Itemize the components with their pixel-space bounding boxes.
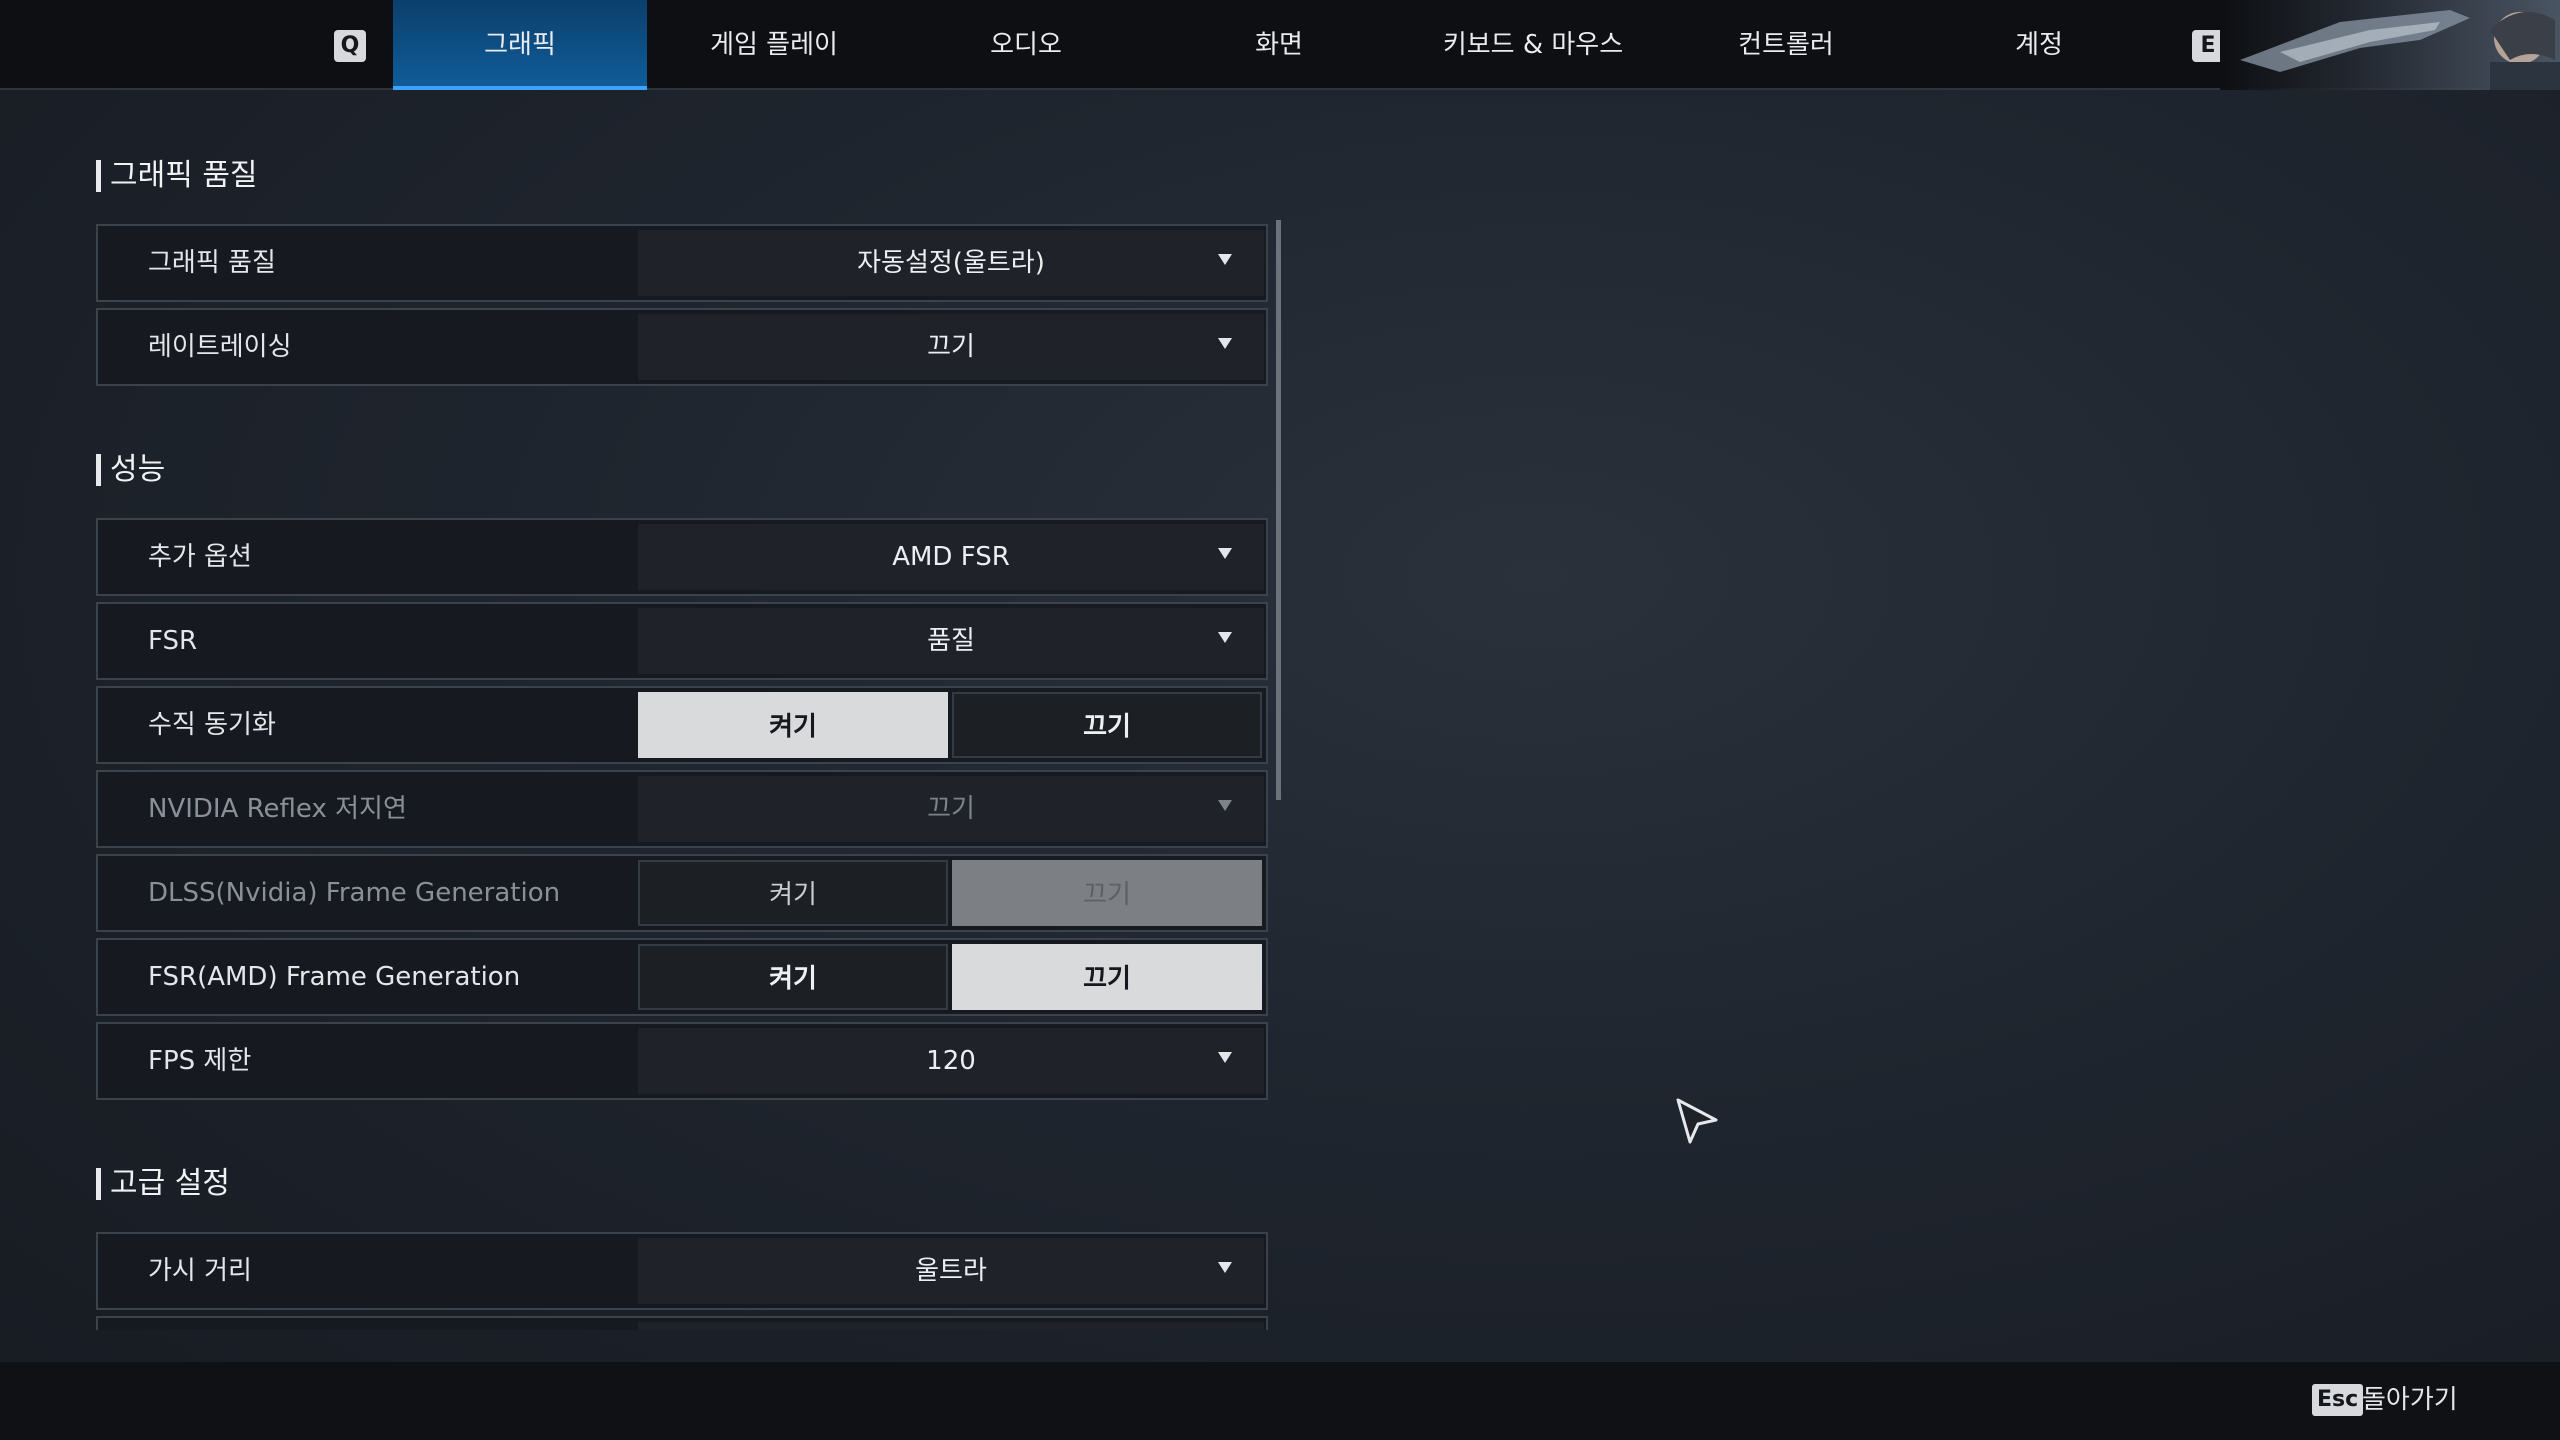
raytracing-dropdown[interactable]: 끄기: [638, 314, 1264, 380]
dropdown-value: 품질: [927, 626, 975, 656]
dropdown-value: 120: [926, 1046, 976, 1076]
tab-graphics[interactable]: 그래픽: [393, 0, 647, 90]
dropdown-value: 자동설정(울트라): [857, 248, 1045, 278]
setting-row-nvidia-reflex: NVIDIA Reflex 저지연 끄기: [96, 770, 1268, 848]
fsr-dropdown[interactable]: 품질: [638, 608, 1264, 674]
tab-display[interactable]: 화면: [1152, 0, 1406, 90]
setting-row-vsync: 수직 동기화 켜기 끄기: [96, 686, 1268, 764]
settings-scrollbar[interactable]: [1276, 220, 1281, 800]
extra-option-dropdown[interactable]: AMD FSR: [638, 524, 1264, 590]
setting-label: FPS 제한: [148, 1046, 252, 1076]
setting-label: 그래픽 품질: [148, 248, 276, 278]
settings-tab-bar: Q 그래픽 게임 플레이 오디오 화면 키보드 & 마우스 컨트롤러 계정 E: [0, 0, 2560, 90]
character-artwork: [2220, 0, 2560, 90]
dlss-fg-on-button: 켜기: [638, 860, 948, 926]
section-title-performance: 성능: [96, 450, 165, 490]
tab-account[interactable]: 계정: [1912, 0, 2166, 90]
dropdown-value: AMD FSR: [892, 542, 1010, 572]
section-title-advanced: 고급 설정: [96, 1164, 230, 1204]
setting-label: FSR(AMD) Frame Generation: [148, 962, 521, 992]
dropdown-arrow-icon: [1218, 1052, 1232, 1063]
setting-row-raytracing: 레이트레이싱 끄기: [96, 308, 1268, 386]
tab-keyboard-mouse[interactable]: 키보드 & 마우스: [1406, 0, 1660, 90]
setting-row-view-distance: 가시 거리 울트라: [96, 1232, 1268, 1310]
dropdown-arrow-icon: [1218, 632, 1232, 643]
dropdown-value: 끄기: [927, 794, 975, 824]
setting-label: DLSS(Nvidia) Frame Generation: [148, 878, 561, 908]
fsr-fg-off-button[interactable]: 끄기: [952, 944, 1262, 1010]
vsync-on-button[interactable]: 켜기: [638, 692, 948, 758]
setting-label: 추가 옵션: [148, 542, 252, 572]
dlss-fg-off-button: 끄기: [952, 860, 1262, 926]
nvidia-reflex-dropdown: 끄기: [638, 776, 1264, 842]
vsync-off-button[interactable]: 끄기: [952, 692, 1262, 758]
setting-row-fps-limit: FPS 제한 120: [96, 1022, 1268, 1100]
dropdown-value: 울트라: [915, 1256, 987, 1286]
setting-row-next: [96, 1316, 1268, 1330]
dropdown-value: 끄기: [927, 332, 975, 362]
settings-list: 그래픽 품질 그래픽 품질 자동설정(울트라) 레이트레이싱 끄기 성능 추가 …: [96, 150, 1276, 1330]
tab-audio[interactable]: 오디오: [899, 0, 1153, 90]
tab-gameplay[interactable]: 게임 플레이: [647, 0, 901, 90]
fsr-fg-on-button[interactable]: 켜기: [638, 944, 948, 1010]
dropdown-arrow-icon: [1218, 548, 1232, 559]
section-title-graphics-quality: 그래픽 품질: [96, 156, 258, 196]
view-distance-dropdown[interactable]: 울트라: [638, 1238, 1264, 1304]
fps-limit-dropdown[interactable]: 120: [638, 1028, 1264, 1094]
setting-row-extra-option: 추가 옵션 AMD FSR: [96, 518, 1268, 596]
setting-label: 레이트레이싱: [148, 332, 292, 362]
graphics-quality-dropdown[interactable]: 자동설정(울트라): [638, 230, 1264, 296]
dropdown-arrow-icon: [1218, 254, 1232, 265]
setting-label: 수직 동기화: [148, 710, 276, 740]
setting-row-graphics-quality: 그래픽 품질 자동설정(울트라): [96, 224, 1268, 302]
setting-label: NVIDIA Reflex 저지연: [148, 794, 407, 824]
prev-tab-key[interactable]: Q: [334, 30, 366, 62]
dropdown-arrow-icon: [1218, 800, 1232, 811]
back-button[interactable]: 돌아가기: [2362, 1384, 2458, 1416]
setting-row-fsr-frame-generation: FSR(AMD) Frame Generation 켜기 끄기: [96, 938, 1268, 1016]
setting-label: FSR: [148, 626, 198, 656]
esc-key-icon[interactable]: Esc: [2312, 1384, 2364, 1416]
dropdown-arrow-icon: [1218, 338, 1232, 349]
tab-controller[interactable]: 컨트롤러: [1659, 0, 1913, 90]
dropdown-arrow-icon: [1218, 1262, 1232, 1273]
setting-label: 가시 거리: [148, 1256, 252, 1286]
setting-row-fsr: FSR 품질: [96, 602, 1268, 680]
mouse-cursor-icon: [1676, 1098, 1718, 1144]
next-setting-dropdown[interactable]: [638, 1322, 1264, 1330]
setting-row-dlss-frame-generation: DLSS(Nvidia) Frame Generation 켜기 끄기: [96, 854, 1268, 932]
footer-bar: Esc 돌아가기: [0, 1362, 2560, 1440]
